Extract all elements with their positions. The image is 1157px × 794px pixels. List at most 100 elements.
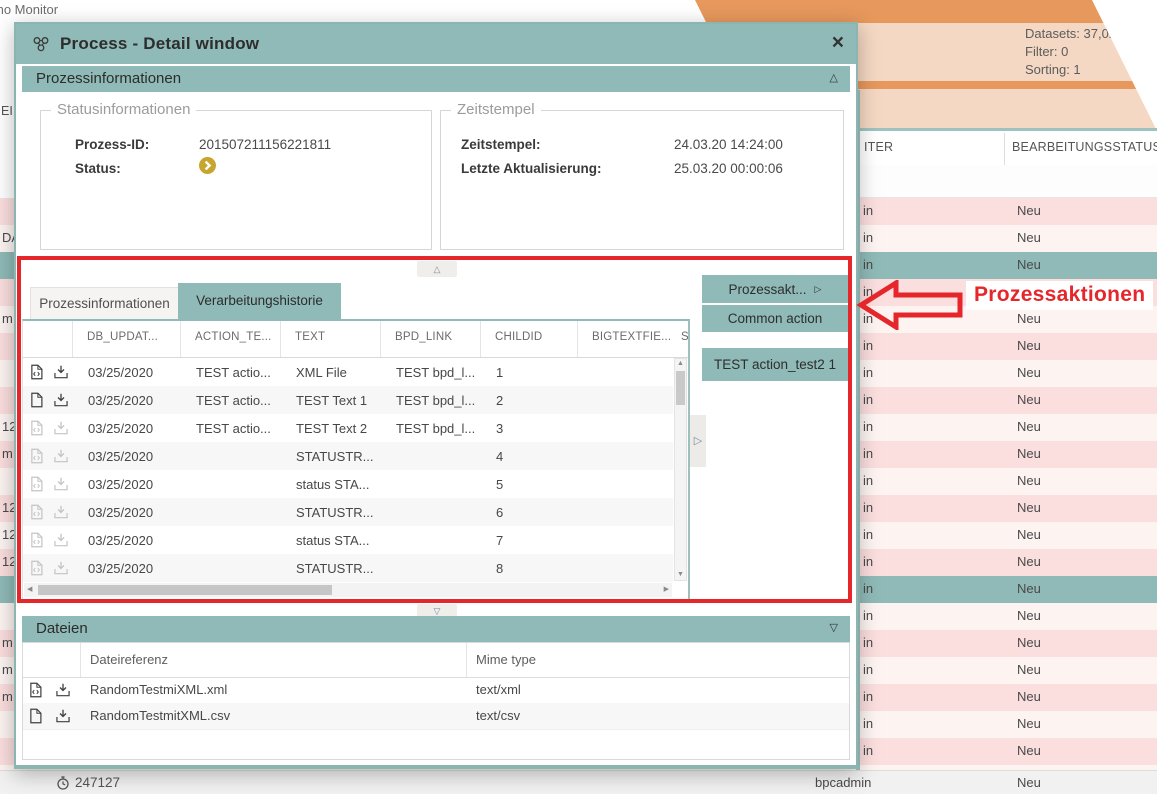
common-action-button[interactable]: Common action [702, 305, 848, 332]
splitter-up-icon: △ [434, 264, 441, 274]
prozess-id-value: 201507211156221811 [199, 137, 331, 152]
download-icon[interactable] [55, 683, 71, 697]
xml-file-icon[interactable] [29, 682, 42, 698]
panel-expander[interactable]: ▷ [690, 415, 706, 467]
expand-right-icon: ▷ [694, 435, 702, 447]
timestamp-fieldset: Zeitstempel Zeitstempel: 24.03.20 14:24:… [440, 110, 844, 250]
col-file-icons [23, 643, 81, 677]
col-icons [23, 321, 73, 357]
test-action-button[interactable]: TEST action_test2 1 [702, 348, 848, 381]
download-icon[interactable] [55, 709, 71, 723]
download-icon[interactable] [53, 561, 69, 575]
splitter-collapse-up[interactable]: △ [417, 261, 457, 277]
fieldset-legend: Statusinformationen [51, 101, 196, 118]
col-childid[interactable]: CHILDID [481, 321, 578, 357]
process-icon [32, 35, 50, 53]
files-grid-header: Dateireferenz Mime type [23, 643, 849, 678]
zeitstempel-value: 24.03.20 14:24:00 [674, 137, 783, 152]
xml-file-icon[interactable] [30, 364, 43, 380]
record-counter: 247127 [75, 775, 120, 790]
bg-filter-row[interactable] [859, 165, 1157, 198]
bg-column-header-bearbeiter: ITER [864, 140, 893, 154]
section-title: Dateien [36, 620, 88, 637]
status-fieldset: Statusinformationen Prozess-ID: 20150721… [40, 110, 432, 250]
file-row[interactable]: RandomTestmiXML.xml text/xml [23, 677, 849, 704]
prozessaktionen-menu-button[interactable]: Prozessakt... ▷ [702, 275, 848, 303]
xml-file-icon[interactable] [30, 504, 43, 520]
xml-file-icon[interactable] [30, 448, 43, 464]
download-icon[interactable] [53, 449, 69, 463]
history-row[interactable]: 03/25/2020 status STA... 7 [23, 526, 673, 554]
history-row[interactable]: 03/25/2020 STATUSTR... 8 [23, 554, 673, 582]
col-partial: S [675, 321, 689, 357]
bg-column-header-status: BEARBEITUNGSSTATUS [1012, 140, 1157, 154]
splitter-down-icon: ▽ [434, 606, 441, 616]
status-running-icon [199, 157, 216, 174]
file-icon[interactable] [30, 392, 43, 408]
dialog-titlebar[interactable]: Process - Detail window × [16, 24, 856, 64]
datasets-count: Datasets: 37,025 [1025, 25, 1123, 43]
status-bar: 247127 bpcadmin Neu [0, 770, 1157, 794]
history-grid-header: DB_UPDAT... ACTION_TE... TEXT BPD_LINK C… [23, 321, 688, 358]
footer-status-cell: Neu [1017, 775, 1041, 790]
scroll-up-icon[interactable]: ▲ [677, 360, 684, 368]
history-row[interactable]: 03/25/2020 TEST actio... XML File TEST b… [23, 358, 673, 386]
letzte-aktualisierung-label: Letzte Aktualisierung: [461, 161, 602, 176]
col-mime-type[interactable]: Mime type [467, 643, 849, 677]
col-db-update[interactable]: DB_UPDAT... [73, 321, 181, 357]
xml-file-icon[interactable] [30, 420, 43, 436]
footer-user-cell: bpcadmin [815, 775, 871, 790]
vertical-scroll-thumb[interactable] [676, 371, 685, 405]
tab-prozessinformationen[interactable]: Prozessinformationen [30, 287, 179, 320]
download-icon[interactable] [53, 421, 69, 435]
xml-file-icon[interactable] [30, 532, 43, 548]
history-row[interactable]: 03/25/2020 status STA... 5 [23, 470, 673, 498]
download-icon[interactable] [53, 365, 69, 379]
history-grid: DB_UPDAT... ACTION_TE... TEXT BPD_LINK C… [22, 319, 690, 601]
horizontal-scroll-thumb[interactable] [38, 585, 332, 595]
col-text[interactable]: TEXT [281, 321, 381, 357]
xml-file-icon[interactable] [30, 560, 43, 576]
collapse-down-icon[interactable]: ▽ [830, 621, 838, 634]
tab-verarbeitungshistorie[interactable]: Verarbeitungshistorie [178, 283, 341, 319]
dialog-title: Process - Detail window [60, 34, 259, 54]
xml-file-icon[interactable] [30, 476, 43, 492]
collapse-up-icon[interactable]: △ [830, 71, 838, 84]
dataset-stats: Datasets: 37,025 Filter: 0 Sorting: 1 [1025, 25, 1123, 79]
section-dateien: Dateien ▽ [22, 616, 850, 642]
history-row[interactable]: 03/25/2020 STATUSTR... 6 [23, 498, 673, 526]
section-prozessinformationen: Prozessinformationen △ [22, 66, 850, 92]
panel-top-border [858, 128, 1157, 131]
scroll-down-icon[interactable]: ▼ [677, 571, 684, 579]
col-dateireferenz[interactable]: Dateireferenz [81, 643, 467, 677]
letzte-aktualisierung-value: 25.03.20 00:00:06 [674, 161, 783, 176]
section-title: Prozessinformationen [36, 70, 181, 87]
vertical-scrollbar[interactable]: ▲ ▼ [674, 358, 687, 581]
history-row[interactable]: 03/25/2020 STATUSTR... 4 [23, 442, 673, 470]
download-icon[interactable] [53, 533, 69, 547]
close-icon[interactable]: × [832, 31, 844, 55]
app-title-fragment: mo Monitor [0, 2, 58, 17]
process-detail-window: Process - Detail window × Prozessinforma… [14, 22, 858, 769]
horizontal-scrollbar[interactable]: ◀ ▶ [24, 583, 672, 597]
filter-count: Filter: 0 [1025, 43, 1123, 61]
history-row[interactable]: 03/25/2020 TEST actio... TEST Text 1 TES… [23, 386, 673, 414]
scroll-right-icon[interactable]: ▶ [664, 586, 669, 594]
download-icon[interactable] [53, 393, 69, 407]
menu-expand-icon: ▷ [815, 284, 822, 295]
col-action-text[interactable]: ACTION_TE... [181, 321, 281, 357]
screen: mo Monitor Datasets: 37,025 Filter: 0 So… [0, 0, 1157, 794]
bg-left-header-fragment: EI [1, 104, 13, 118]
timer-icon [56, 776, 70, 790]
download-icon[interactable] [53, 477, 69, 491]
col-bigtextfield[interactable]: BIGTEXTFIE... [578, 321, 675, 357]
zeitstempel-label: Zeitstempel: [461, 137, 541, 152]
download-icon[interactable] [53, 505, 69, 519]
fieldset-legend: Zeitstempel [451, 101, 541, 118]
file-row[interactable]: RandomTestmitXML.csv text/csv [23, 703, 849, 730]
scroll-left-icon[interactable]: ◀ [27, 586, 32, 594]
file-icon[interactable] [29, 708, 42, 724]
col-bpd-link[interactable]: BPD_LINK [381, 321, 481, 357]
annotation-label: Prozessaktionen [966, 281, 1153, 310]
history-row[interactable]: 03/25/2020 TEST actio... TEST Text 2 TES… [23, 414, 673, 442]
